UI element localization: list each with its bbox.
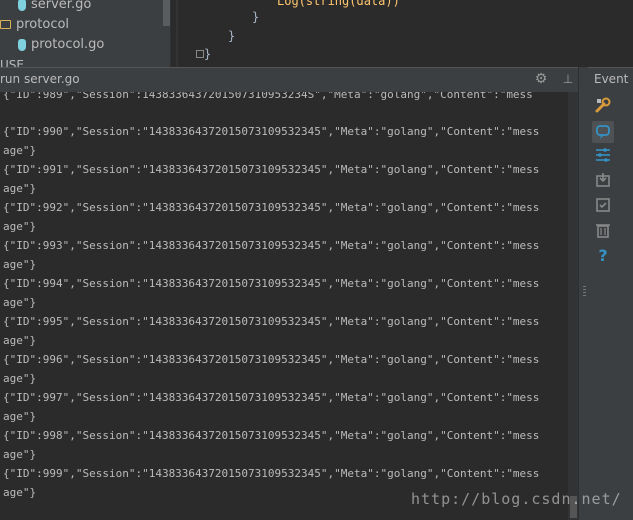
top-area: server.go protocol protocol.go USE Log(s… [0,0,633,72]
splitter-grip-icon[interactable] [583,286,586,298]
console-line: age"} [3,410,37,423]
folder-icon [0,20,11,29]
speech-bubble-icon[interactable] [592,121,614,143]
console-line: age"} [3,334,37,347]
code-line-brace: } [228,29,236,43]
editor-gutter [176,0,178,68]
gear-icon[interactable]: ⚙ [533,71,549,87]
run-panel-title: run server.go [0,72,80,86]
console-line: age"} [3,144,37,157]
console-line: {"ID":991","Session":"143833643720150731… [3,163,540,176]
go-file-icon [18,38,26,51]
console-line: age"} [3,486,37,499]
tree-item-protocol-go[interactable]: protocol.go [18,35,104,55]
console-line: {"ID":996","Session":"143833643720150731… [3,353,540,366]
code-line-log: Log(string(data)) [277,0,400,8]
checklist-icon[interactable] [594,196,612,214]
console-scrollbar-track[interactable] [568,92,578,520]
svg-text:?: ? [598,246,607,264]
console-line: age"} [3,372,37,385]
trash-icon[interactable] [594,221,612,239]
console-line: {"ID":994","Session":"143833643720150731… [3,277,540,290]
console-line: {"ID":997","Session":"143833643720150731… [3,391,540,404]
console-line: {"ID":990","Session":"143833643720150731… [3,125,540,138]
tree-item-protocol[interactable]: protocol [0,15,69,35]
wrench-icon[interactable] [594,96,612,114]
console-line: {"ID":993","Session":"143833643720150731… [3,239,540,252]
code-line-brace: } [252,10,260,24]
watermark: http://blog.csdn.net/ [411,490,622,508]
console-line: {"ID":998","Session":"143833643720150731… [3,429,540,442]
console-line: age"} [3,220,37,233]
project-tree: server.go protocol protocol.go USE [0,0,171,72]
go-file-icon [18,0,26,11]
tree-item-label: server.go [31,0,92,12]
event-log-header[interactable]: Event L [588,67,633,92]
console-line: {"ID":999","Session":"143833643720150731… [3,467,540,480]
export-icon[interactable] [594,171,612,189]
fold-marker-icon[interactable] [196,50,204,58]
console-line: age"} [3,258,37,271]
run-panel-header: run server.go ⚙ ⊥ [0,67,588,93]
filter-settings-icon[interactable] [594,146,612,164]
tree-item-label: protocol.go [31,37,105,52]
console-line: {"ID":989","Session":1438336437201507310… [3,92,533,101]
event-log-title: Event L [594,72,633,86]
console-line: {"ID":995","Session":"143833643720150731… [3,315,540,328]
tree-scrollbar[interactable] [163,0,170,26]
console-output[interactable]: {"ID":989","Session":1438336437201507310… [0,92,568,520]
tree-item-server-go[interactable]: server.go [18,0,91,15]
code-line-brace: } [204,47,212,61]
console-line: age"} [3,448,37,461]
help-icon[interactable]: ? [594,246,612,264]
tree-item-label: protocol [16,17,70,32]
console-line: age"} [3,296,37,309]
console-line: age"} [3,182,37,195]
console-line: {"ID":992","Session":"143833643720150731… [3,201,540,214]
pin-icon[interactable]: ⊥ [560,71,576,87]
